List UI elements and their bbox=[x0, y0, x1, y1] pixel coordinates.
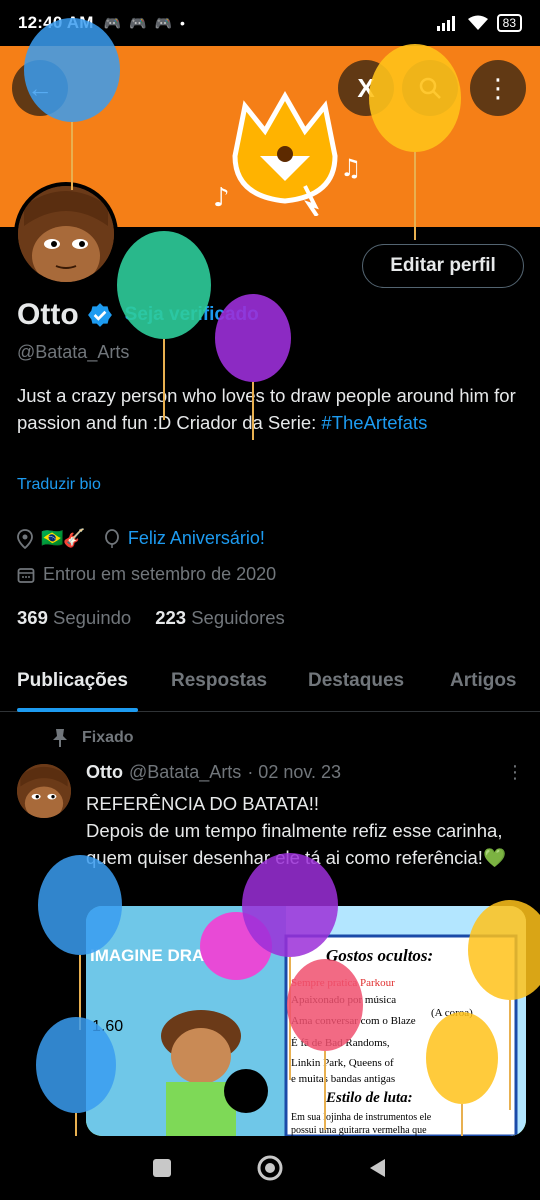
pin-icon bbox=[53, 729, 67, 747]
tab-posts[interactable]: Publicações bbox=[17, 670, 128, 692]
svg-text:♪: ♪ bbox=[213, 183, 230, 213]
tweet-author-handle[interactable]: @Batata_Arts bbox=[129, 762, 241, 783]
media-line: Sempre pratica Parkour bbox=[291, 977, 395, 989]
edit-profile-button[interactable]: Editar perfil bbox=[362, 244, 524, 288]
tweet-text: REFERÊNCIA DO BATATA!! Depois de um temp… bbox=[86, 793, 506, 868]
more-notifications-icon: • bbox=[179, 14, 185, 31]
followers-label: Seguidores bbox=[191, 607, 285, 628]
profile-bio: Just a crazy person who loves to draw pe… bbox=[17, 382, 527, 436]
status-bar: 12:40 AM 🎮 🎮 🎮 • 83 bbox=[0, 0, 540, 46]
media-card-title: Gostos ocultos: bbox=[326, 946, 433, 965]
recents-button-icon[interactable] bbox=[151, 1157, 173, 1179]
status-time: 12:40 AM bbox=[18, 13, 94, 32]
verified-badge-icon[interactable] bbox=[87, 302, 113, 328]
tweet-image[interactable]: IMAGINE DRAGONS 1.60 Gostos ocultos: Sem… bbox=[86, 906, 526, 1136]
translate-bio-link[interactable]: Traduzir bio bbox=[17, 476, 101, 494]
more-options-button[interactable]: ⋮ bbox=[470, 60, 526, 116]
media-line: Em sua lojinha de instrumentos ele bbox=[291, 1112, 432, 1123]
location-flags: 🇧🇷🎸 bbox=[41, 528, 86, 548]
x-logo-button[interactable]: X bbox=[338, 60, 394, 116]
media-height-label: 1.60 bbox=[92, 1018, 123, 1035]
tab-highlights[interactable]: Destaques bbox=[308, 670, 404, 692]
pinned-label: Fixado bbox=[82, 729, 134, 746]
signal-icon bbox=[436, 16, 455, 31]
get-verified-link[interactable]: Seja verificado bbox=[125, 304, 259, 326]
media-line: Ama conversar com o Blaze bbox=[291, 1015, 416, 1027]
crown-banner-art: ♪ ♫ bbox=[213, 90, 362, 216]
media-line: É fã de Bad Randoms, bbox=[291, 1037, 390, 1049]
follow-stats: 369 Seguindo 223 Seguidores bbox=[17, 607, 285, 629]
calendar-icon bbox=[17, 567, 35, 583]
profile-meta-location: 🇧🇷🎸 Feliz Aniversário! bbox=[17, 528, 265, 549]
media-line: Apaixonado por música bbox=[291, 994, 396, 1006]
pinned-label-row: Fixado bbox=[52, 728, 134, 748]
home-button-icon[interactable] bbox=[256, 1154, 284, 1182]
media-line: possui uma guitarra vermelha que bbox=[291, 1125, 427, 1136]
search-button[interactable] bbox=[402, 60, 458, 116]
svg-text:♫: ♫ bbox=[340, 154, 362, 182]
profile-name-row: Otto Seja verificado bbox=[17, 298, 259, 332]
tweet-header: Otto @Batata_Arts · 02 nov. 23 bbox=[86, 762, 341, 783]
tab-replies[interactable]: Respostas bbox=[171, 670, 267, 692]
profile-meta-joined: Entrou em setembro de 2020 bbox=[17, 564, 276, 585]
following-link[interactable]: 369 Seguindo bbox=[17, 607, 131, 629]
tweet-author-name[interactable]: Otto bbox=[86, 762, 123, 783]
tweet-date[interactable]: · 02 nov. 23 bbox=[247, 762, 341, 783]
search-icon bbox=[419, 77, 441, 99]
reference-sheet-image: IMAGINE DRAGONS 1.60 Gostos ocultos: Sem… bbox=[86, 906, 526, 1136]
battery-indicator: 83 bbox=[496, 14, 522, 32]
notification-icons: 🎮 🎮 🎮 • bbox=[104, 15, 185, 32]
bio-text: Just a crazy person who loves to draw pe… bbox=[17, 385, 516, 433]
birthday-link[interactable]: Feliz Aniversário! bbox=[128, 528, 265, 549]
followers-count: 223 bbox=[155, 607, 187, 628]
profile-tabs: Publicações Respostas Destaques Artigos bbox=[0, 658, 540, 712]
bio-hashtag-link[interactable]: #TheArtefats bbox=[321, 412, 427, 433]
back-button[interactable]: ← bbox=[12, 60, 68, 116]
media-line: Linkin Park, Queens of bbox=[291, 1057, 394, 1069]
media-line: (A coroa) bbox=[431, 1007, 473, 1019]
active-tab-indicator bbox=[17, 708, 138, 712]
location-pin-icon bbox=[17, 528, 33, 549]
media-line: e muitas bandas antigas bbox=[291, 1073, 395, 1085]
tweet-more-icon[interactable]: ⋮ bbox=[506, 762, 524, 783]
tweet-author-avatar[interactable] bbox=[17, 764, 71, 818]
game-controller-icon: 🎮 bbox=[129, 14, 147, 31]
followers-link[interactable]: 223 Seguidores bbox=[155, 607, 285, 629]
tab-articles[interactable]: Artigos bbox=[450, 670, 517, 692]
android-nav-bar bbox=[0, 1136, 540, 1200]
back-nav-icon[interactable] bbox=[367, 1157, 389, 1179]
following-count: 369 bbox=[17, 607, 48, 628]
joined-date: Entrou em setembro de 2020 bbox=[43, 564, 277, 584]
game-controller-icon: 🎮 bbox=[103, 14, 122, 31]
following-label: Seguindo bbox=[53, 607, 132, 628]
avatar-illustration bbox=[17, 764, 71, 818]
media-line: Estilo de luta: bbox=[325, 1090, 413, 1106]
game-controller-icon: 🎮 bbox=[154, 14, 172, 31]
wifi-icon bbox=[467, 15, 488, 30]
avatar-illustration bbox=[18, 186, 114, 282]
profile-avatar[interactable] bbox=[14, 182, 118, 286]
profile-name: Otto bbox=[17, 298, 79, 331]
profile-handle: @Batata_Arts bbox=[17, 342, 130, 362]
balloon-icon bbox=[104, 528, 119, 548]
